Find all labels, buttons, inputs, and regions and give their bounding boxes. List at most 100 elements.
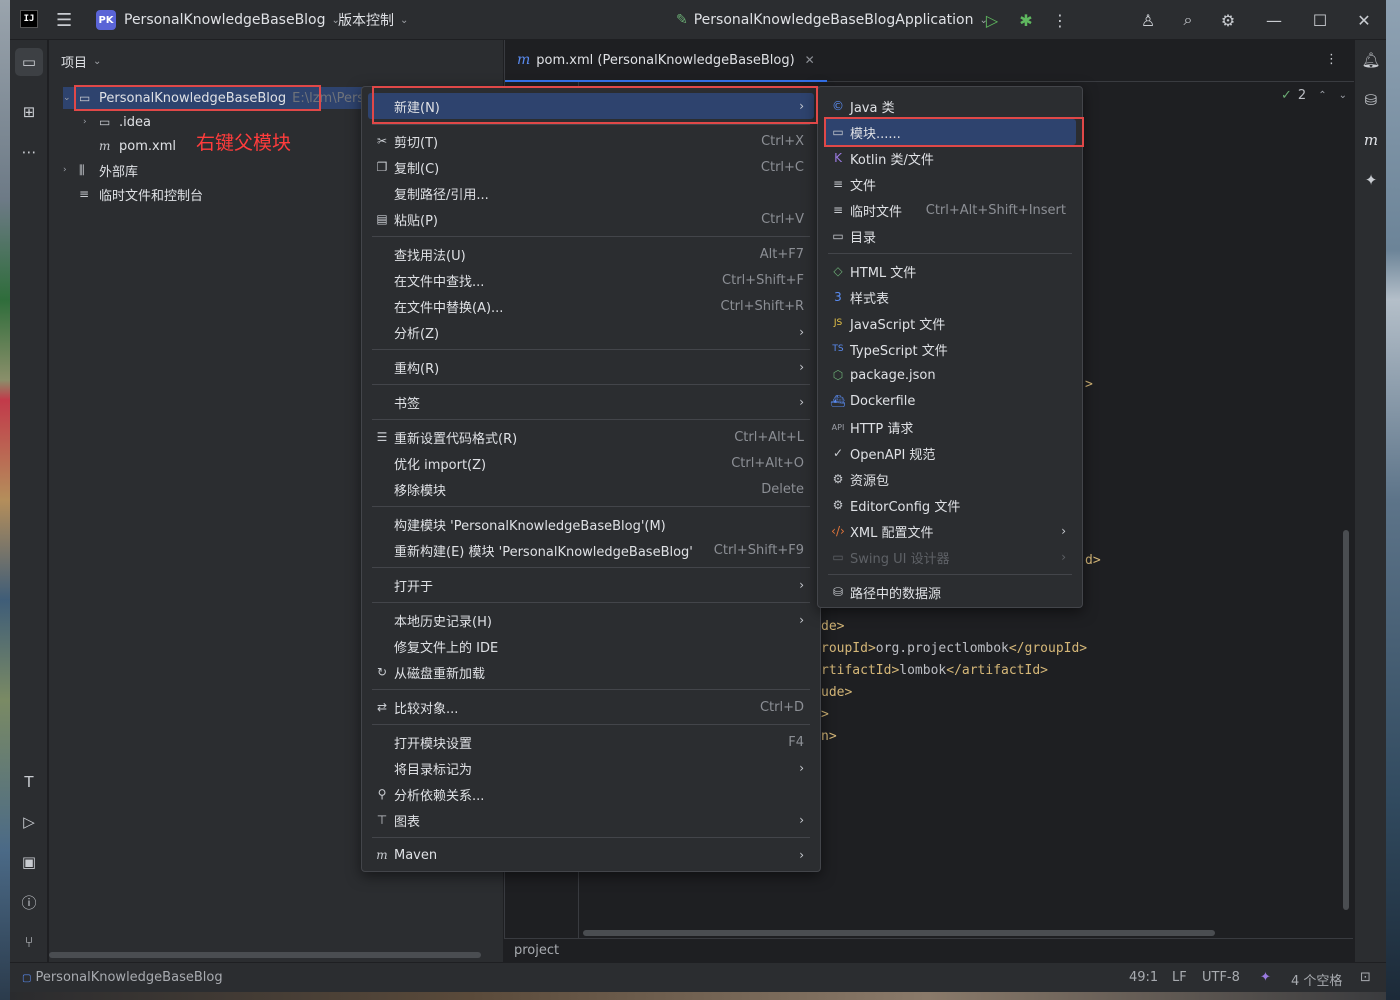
editor-vertical-scrollbar[interactable] [1343, 530, 1349, 910]
chevron-right-icon[interactable]: › [63, 165, 79, 175]
project-switcher[interactable]: PK PersonalKnowledgeBaseBlog ⌄ [96, 0, 340, 40]
code-line[interactable]: d> [1085, 553, 1101, 568]
submenu-item-editorconfig[interactable]: ⚙ EditorConfig 文件 [824, 492, 1076, 518]
run-config-selector[interactable]: ✎ PersonalKnowledgeBaseBlogApplication ⌄ [676, 0, 988, 40]
submenu-item-package-json[interactable]: ⬡ package.json [824, 362, 1076, 388]
menu-item-cut[interactable]: ✂ 剪切(T) Ctrl+X [368, 128, 814, 154]
indent-setting[interactable]: 4 个空格 [1291, 970, 1342, 989]
submenu-item-kotlin[interactable]: K Kotlin 类/文件 [824, 145, 1076, 171]
menu-item-module-settings[interactable]: 打开模块设置 F4 [368, 729, 814, 755]
minimize-icon[interactable]: — [1262, 8, 1286, 32]
add-user-icon[interactable]: ♙ [1136, 8, 1160, 32]
submenu-item-openapi[interactable]: ✓ OpenAPI 规范 [824, 440, 1076, 466]
menu-item-repair-ide[interactable]: 修复文件上的 IDE [368, 633, 814, 659]
maximize-icon[interactable]: ☐ [1308, 8, 1332, 32]
submenu-item-stylesheet[interactable]: 3 样式表 [824, 284, 1076, 310]
menu-item-open-in[interactable]: 打开于 › [368, 572, 814, 598]
menu-item-copy[interactable]: ❐ 复制(C) Ctrl+C [368, 154, 814, 180]
menu-item-copy-path[interactable]: 复制路径/引用... [368, 180, 814, 206]
build-tool-icon[interactable]: T [15, 768, 43, 796]
lock-icon[interactable]: ⊡ [1360, 970, 1371, 985]
chevron-down-icon[interactable]: ⌄ [1339, 90, 1347, 101]
breadcrumb-item[interactable]: project [514, 943, 559, 958]
notifications-bell-icon[interactable]: 🔔︎ [1359, 48, 1383, 72]
menu-item-reformat[interactable]: ☰ 重新设置代码格式(R) Ctrl+Alt+L [368, 424, 814, 450]
code-line[interactable]: ude> [821, 685, 852, 700]
project-tool-icon[interactable]: ▭ [15, 48, 43, 76]
menu-item-find-in-files[interactable]: 在文件中查找... Ctrl+Shift+F [368, 267, 814, 293]
terminal-tool-icon[interactable]: ▣ [15, 848, 43, 876]
menu-item-diagrams[interactable]: ⊤ 图表 › [368, 807, 814, 833]
run-icon[interactable]: ▷ [980, 8, 1004, 32]
tree-item-external-libs[interactable]: › ⫼ 外部库 [63, 159, 138, 181]
project-horizontal-scrollbar[interactable] [49, 952, 481, 958]
line-separator[interactable]: LF [1172, 970, 1187, 985]
maven-icon[interactable]: m [1359, 128, 1383, 152]
close-icon[interactable]: ✕ [805, 53, 815, 67]
more-actions-icon[interactable]: ⋮ [1048, 8, 1072, 32]
menu-item-rebuild-module[interactable]: 重新构建(E) 模块 'PersonalKnowledgeBaseBlog' Ct… [368, 537, 814, 563]
problems-tool-icon[interactable]: ⓘ [15, 888, 43, 916]
debug-icon[interactable]: ✱ [1014, 8, 1038, 32]
submenu-item-javascript[interactable]: JS JavaScript 文件 [824, 310, 1076, 336]
submenu-item-xml-config[interactable]: ‹/› XML 配置文件 › [824, 518, 1076, 544]
tree-item-idea[interactable]: › ▭ .idea [83, 111, 151, 133]
menu-item-reload[interactable]: ↻ 从磁盘重新加载 [368, 659, 814, 685]
status-path[interactable]: ▢ PersonalKnowledgeBaseBlog [22, 970, 223, 985]
tree-item-scratches[interactable]: ≡ 临时文件和控制台 [79, 183, 203, 205]
code-line[interactable]: > [1085, 377, 1093, 392]
inspection-widget[interactable]: ✓ 2 ⌃ ⌄ [1281, 88, 1347, 103]
submenu-item-resource-bundle[interactable]: ⚙ 资源包 [824, 466, 1076, 492]
search-icon[interactable]: ⌕ [1176, 8, 1200, 32]
vcs-menu[interactable]: 版本控制 ⌄ [338, 0, 408, 40]
submenu-item-http[interactable]: API HTTP 请求 [824, 414, 1076, 440]
menu-item-analyze[interactable]: 分析(Z) › [368, 319, 814, 345]
menu-item-compare[interactable]: ⇄ 比较对象... Ctrl+D [368, 694, 814, 720]
project-panel-header[interactable]: 项目 ⌄ [61, 52, 101, 71]
settings-gear-icon[interactable]: ⚙ [1216, 8, 1240, 32]
menu-item-remove-module[interactable]: 移除模块 Delete [368, 476, 814, 502]
editor-horizontal-scrollbar[interactable] [583, 930, 1215, 936]
submenu-item-dockerfile[interactable]: ⛴ Dockerfile [824, 388, 1076, 414]
file-encoding[interactable]: UTF-8 [1202, 970, 1240, 985]
database-icon[interactable]: ⛁ [1359, 88, 1383, 112]
tab-options-icon[interactable]: ⋮ [1325, 52, 1338, 67]
submenu-item-scratch[interactable]: ≡ 临时文件 Ctrl+Alt+Shift+Insert [824, 197, 1076, 223]
menu-item-mark-directory[interactable]: 将目录标记为 › [368, 755, 814, 781]
submenu-item-file[interactable]: ≡ 文件 [824, 171, 1076, 197]
submenu-item-java-class[interactable]: © Java 类 [824, 93, 1076, 119]
services-tool-icon[interactable]: ▷ [15, 808, 43, 836]
menu-item-local-history[interactable]: 本地历史记录(H) › [368, 607, 814, 633]
submenu-item-directory[interactable]: ▭ 目录 [824, 223, 1076, 249]
breadcrumb[interactable]: project [504, 938, 1353, 962]
menu-item-analyze-deps[interactable]: ⚲ 分析依赖关系... [368, 781, 814, 807]
menu-item-bookmarks[interactable]: 书签 › [368, 389, 814, 415]
submenu-item-datasource[interactable]: ⛁ 路径中的数据源 [824, 579, 1076, 605]
structure-tool-icon[interactable]: ⊞ [15, 98, 43, 126]
menu-item-find-usages[interactable]: 查找用法(U) Alt+F7 [368, 241, 814, 267]
code-line[interactable]: > [821, 707, 829, 722]
code-line[interactable]: roupId>org.projectlombok</groupId> [821, 641, 1087, 656]
chevron-right-icon[interactable]: › [83, 117, 99, 127]
git-tool-icon[interactable]: ⑂ [15, 928, 43, 956]
close-window-icon[interactable]: ✕ [1352, 8, 1376, 32]
main-menu-icon[interactable]: ☰ [56, 0, 72, 40]
menu-item-maven[interactable]: m Maven › [368, 842, 814, 868]
caret-position[interactable]: 49:1 [1129, 970, 1158, 985]
more-tools-icon[interactable]: ⋯ [15, 138, 43, 166]
menu-item-build-module[interactable]: 构建模块 'PersonalKnowledgeBaseBlog'(M) [368, 511, 814, 537]
intellij-app-icon[interactable]: IJ [20, 10, 38, 28]
menu-item-refactor[interactable]: 重构(R) › [368, 354, 814, 380]
ai-assistant-icon[interactable]: ✦ [1359, 168, 1383, 192]
menu-item-paste[interactable]: ▤ 粘贴(P) Ctrl+V [368, 206, 814, 232]
menu-item-optimize-imports[interactable]: 优化 import(Z) Ctrl+Alt+O [368, 450, 814, 476]
menu-item-replace-in-files[interactable]: 在文件中替换(A)... Ctrl+Shift+R [368, 293, 814, 319]
ai-status-icon[interactable]: ✦ [1260, 970, 1271, 985]
tab-pom-xml[interactable]: m pom.xml (PersonalKnowledgeBaseBlog) ✕ [505, 40, 827, 82]
tree-item-pom[interactable]: m pom.xml [99, 135, 176, 157]
chevron-up-icon[interactable]: ⌃ [1318, 90, 1326, 101]
submenu-item-html[interactable]: ◇ HTML 文件 [824, 258, 1076, 284]
code-line[interactable]: rtifactId>lombok</artifactId> [821, 663, 1048, 678]
code-line[interactable]: n> [821, 729, 837, 744]
submenu-item-typescript[interactable]: TS TypeScript 文件 [824, 336, 1076, 362]
